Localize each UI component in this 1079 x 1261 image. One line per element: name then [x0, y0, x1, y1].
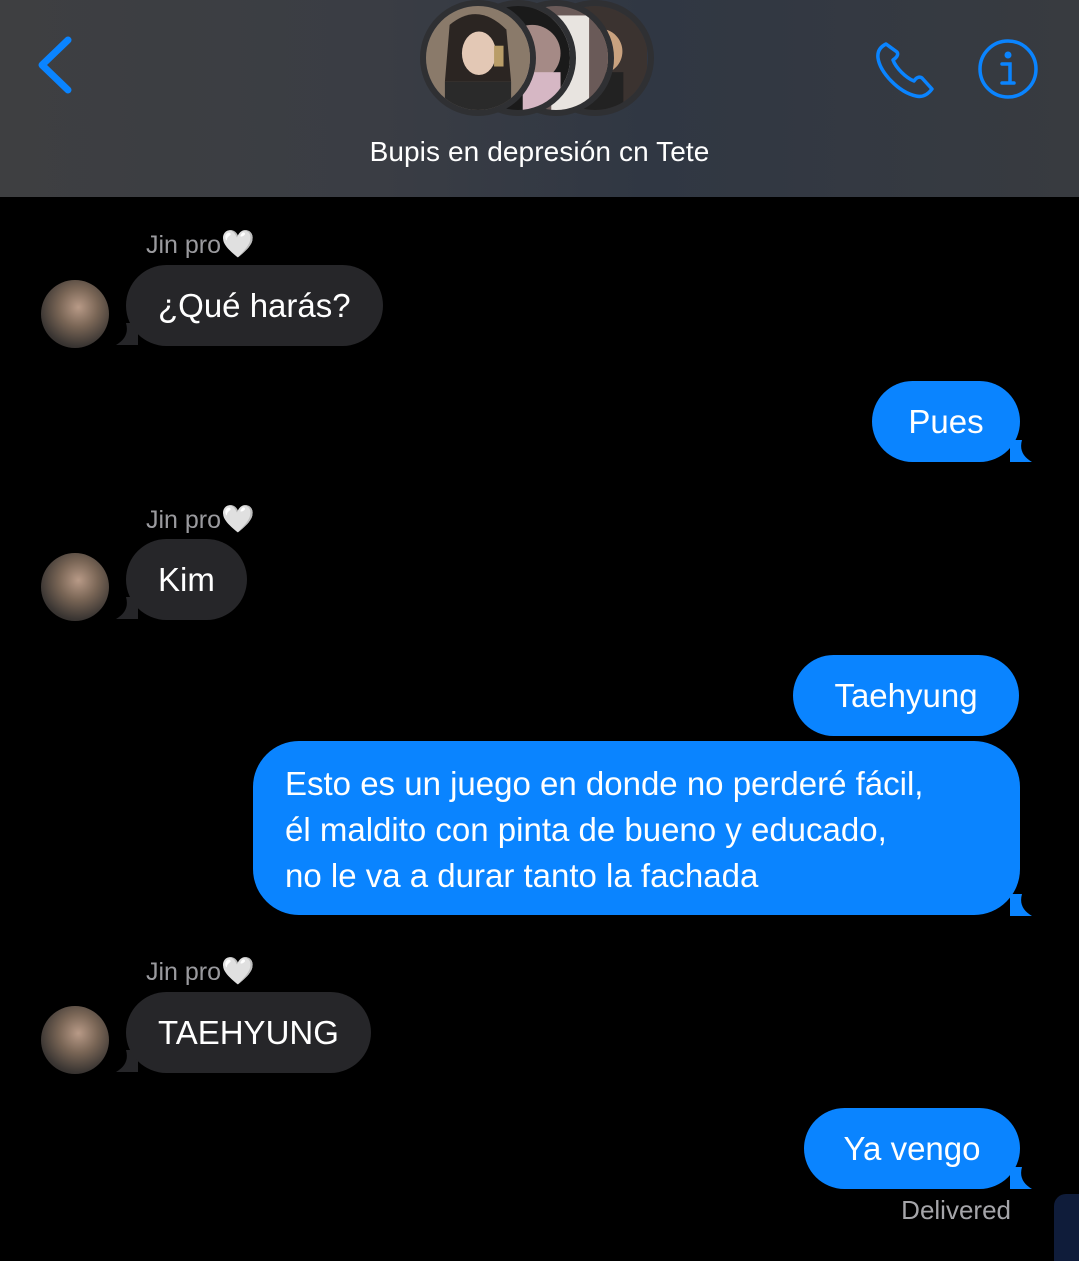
outgoing-message[interactable]: Taehyung: [793, 655, 1019, 736]
sender-name: Jin pro🤍: [146, 229, 255, 259]
message-line: no le va a durar tanto la fachada: [285, 857, 759, 894]
outgoing-message[interactable]: Pues: [872, 381, 1020, 462]
call-button[interactable]: [872, 38, 938, 102]
incoming-message[interactable]: TAEHYUNG: [126, 992, 371, 1073]
incoming-message[interactable]: Kim: [126, 539, 247, 620]
sender-avatar[interactable]: [41, 280, 109, 348]
message-line: Esto es un juego en donde no perderé fác…: [285, 765, 924, 802]
scroll-indicator[interactable]: [1054, 1194, 1079, 1261]
sender-avatar[interactable]: [41, 553, 109, 621]
delivery-status: Delivered: [901, 1195, 1011, 1225]
details-button[interactable]: [977, 38, 1039, 100]
message-line: él maldito con pinta de bueno y educado,: [285, 811, 887, 848]
sender-name: Jin pro🤍: [146, 504, 255, 534]
bubble-tail: [1010, 1167, 1032, 1189]
info-icon: [978, 39, 1038, 99]
chevron-left-icon: [38, 36, 72, 94]
member-avatar: [420, 0, 536, 116]
incoming-message[interactable]: ¿Qué harás?: [126, 265, 383, 346]
outgoing-message[interactable]: Ya vengo: [804, 1108, 1020, 1189]
bubble-tail: [1010, 440, 1032, 462]
group-name[interactable]: Bupis en depresión cn Tete: [0, 136, 1079, 168]
outgoing-message[interactable]: Esto es un juego en donde no perderé fác…: [253, 741, 1020, 915]
conversation-header: Bupis en depresión cn Tete: [0, 0, 1079, 197]
phone-icon: [876, 42, 934, 99]
back-button[interactable]: [30, 32, 90, 98]
sender-avatar[interactable]: [41, 1006, 109, 1074]
sender-name: Jin pro🤍: [146, 956, 255, 986]
bubble-tail: [1010, 894, 1032, 916]
group-avatars[interactable]: [420, 0, 660, 116]
